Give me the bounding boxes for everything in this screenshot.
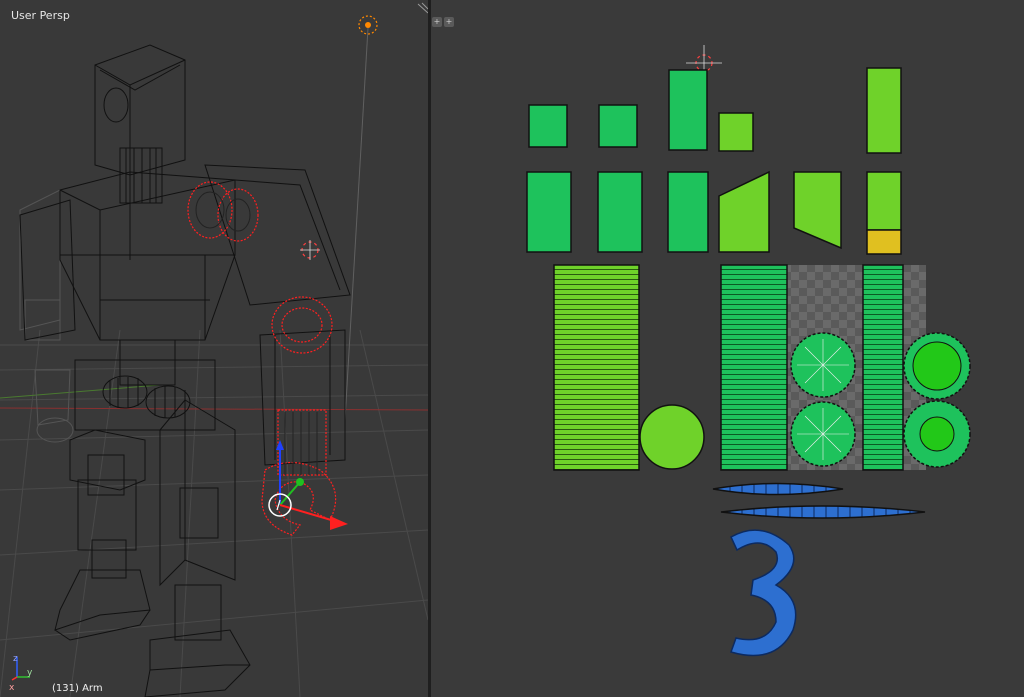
selected-edges[interactable]: [187, 181, 337, 536]
uv-canvas[interactable]: [431, 0, 1024, 697]
viewport-status: (131) Arm: [52, 683, 103, 694]
axis-gizmo-icon: z y x: [9, 654, 33, 693]
split-handle-icon[interactable]: [416, 2, 428, 14]
axis-label-z: z: [13, 654, 18, 664]
scene-canvas[interactable]: z y x: [0, 0, 428, 697]
uv-editor[interactable]: + +: [431, 0, 1024, 697]
uv-islands[interactable]: [526, 67, 971, 657]
ghost-left-arm: [19, 189, 74, 443]
x-axis-line: [0, 407, 428, 411]
lamp-line: [344, 27, 369, 421]
axis-label-y: y: [27, 668, 33, 678]
blender-window: z y x User Persp (131) Arm + +: [0, 0, 1024, 697]
y-axis-line: [0, 384, 161, 399]
viewport-title: User Persp: [11, 9, 70, 22]
3d-cursor-icon[interactable]: [300, 240, 320, 260]
floor-grid: [0, 329, 428, 697]
3d-viewport[interactable]: z y x User Persp (131) Arm: [0, 0, 428, 697]
axis-label-x: x: [9, 683, 15, 693]
